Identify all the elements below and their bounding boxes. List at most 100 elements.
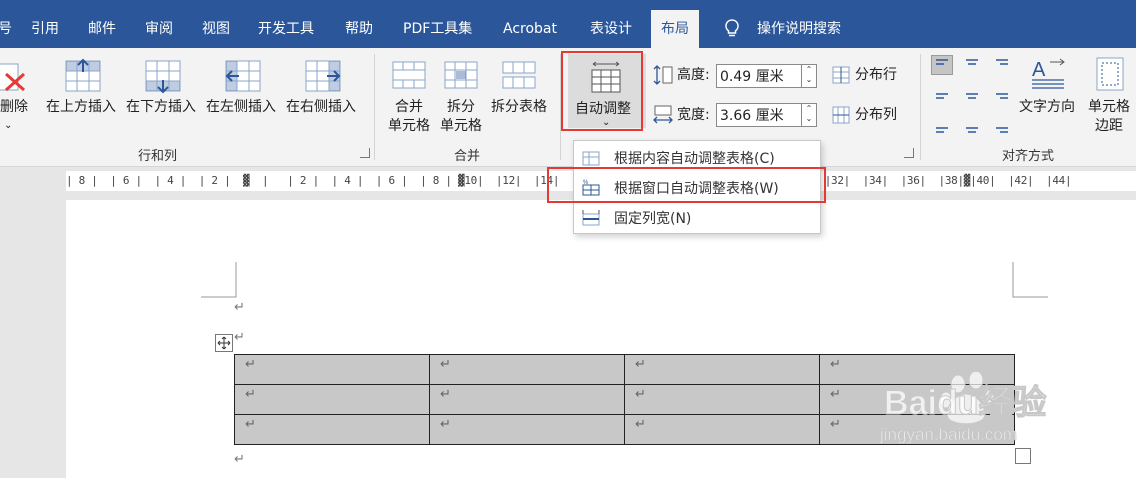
rows-columns-launcher-icon[interactable] [360, 148, 370, 158]
table-cell[interactable]: ↵ [624, 414, 820, 445]
lightbulb-icon [725, 19, 739, 37]
width-label: 宽度: [677, 107, 710, 123]
cell-paragraph-mark: ↵ [635, 357, 646, 372]
group-separator [374, 54, 375, 160]
tab-mailings[interactable]: 邮件 [88, 0, 116, 48]
split-cells-icon [444, 61, 478, 89]
align-middle-right-button[interactable] [992, 86, 1012, 104]
baidu-watermark: Baidu经验 jingyan.baidu.com [880, 372, 1047, 444]
text-direction-button[interactable]: 文字方向 [1019, 98, 1075, 117]
table-cell[interactable]: ↵ [429, 354, 625, 385]
group-label-merge: 合并 [454, 149, 481, 164]
tab-developer[interactable]: 开发工具 [258, 0, 314, 48]
insert-below-icon [145, 60, 181, 94]
table-cell[interactable]: ↵ [234, 414, 430, 445]
distribute-columns-icon [832, 106, 850, 124]
tab-table-design[interactable]: 表设计 [590, 0, 632, 48]
tab-pdf-tools[interactable]: PDF工具集 [403, 0, 472, 48]
highlight-autofit-button [561, 51, 643, 131]
table-cell[interactable]: ↵ [234, 384, 430, 415]
distribute-columns-button[interactable]: 分布列 [855, 106, 897, 125]
insert-right-icon [305, 60, 341, 92]
column-width-input[interactable]: 3.66 厘米 [716, 103, 802, 127]
align-top-center-button[interactable] [962, 56, 982, 74]
column-width-spinner[interactable]: ⌃ ⌄ [801, 103, 817, 127]
cell-margins-label-1[interactable]: 单元格 [1088, 98, 1130, 117]
insert-left-button[interactable]: 在左侧插入 [206, 98, 276, 117]
align-top-left-button[interactable] [931, 55, 953, 75]
insert-above-icon [65, 58, 101, 92]
menu-item-label: 固定列宽(N) [614, 211, 692, 227]
group-separator [920, 54, 921, 160]
align-middle-center-button[interactable] [962, 86, 982, 104]
cell-paragraph-mark: ↵ [245, 357, 256, 372]
table-cell[interactable]: ↵ [624, 354, 820, 385]
align-bottom-center-button[interactable] [962, 116, 982, 134]
menu-item-fixed-column-width[interactable]: 固定列宽(N) [574, 203, 820, 231]
cell-paragraph-mark: ↵ [245, 387, 256, 402]
text-direction-icon: A [1032, 58, 1065, 89]
margin-corner-top-right [1012, 262, 1048, 298]
cell-paragraph-mark: ↵ [245, 417, 256, 432]
paragraph-mark: ↵ [234, 330, 245, 345]
cell-size-launcher-icon[interactable] [904, 148, 914, 158]
align-middle-left-button[interactable] [932, 86, 952, 104]
row-height-spinner[interactable]: ⌃ ⌄ [801, 64, 817, 88]
cell-paragraph-mark: ↵ [440, 357, 451, 372]
paragraph-mark: ↵ [234, 300, 245, 315]
paragraph-mark: ↵ [234, 452, 245, 467]
table-cell[interactable]: ↵ [624, 384, 820, 415]
cell-margins-icon [1096, 57, 1124, 91]
distribute-rows-icon [832, 66, 850, 84]
tab-view[interactable]: 视图 [202, 0, 230, 48]
watermark-url: jingyan.baidu.com [880, 425, 1017, 444]
insert-right-button[interactable]: 在右侧插入 [286, 98, 356, 117]
insert-left-icon [225, 60, 261, 92]
align-bottom-left-button[interactable] [932, 116, 952, 134]
align-bottom-right-button[interactable] [992, 116, 1012, 134]
cell-paragraph-mark: ↵ [440, 387, 451, 402]
table-move-handle-icon[interactable] [215, 334, 233, 352]
split-cells-label-1[interactable]: 拆分 [447, 98, 475, 117]
merge-cells-icon [392, 61, 426, 89]
cell-paragraph-mark: ↵ [635, 387, 646, 402]
group-label-alignment: 对齐方式 [1002, 149, 1055, 164]
group-label-rows-columns: 行和列 [138, 149, 178, 164]
insert-below-button[interactable]: 在下方插入 [126, 98, 196, 117]
distribute-rows-button[interactable]: 分布行 [855, 66, 897, 85]
autofit-contents-icon [582, 151, 600, 166]
cell-paragraph-mark: ↵ [635, 417, 646, 432]
tab-references-partial[interactable]: 号 [0, 0, 12, 48]
delete-chevron-icon: ⌄ [4, 120, 13, 131]
cell-paragraph-mark: ↵ [440, 417, 451, 432]
svg-text:A: A [1032, 59, 1046, 81]
margin-corner-top-left [201, 262, 237, 298]
tab-acrobat[interactable]: Acrobat [503, 0, 557, 48]
tell-me-search[interactable]: 操作说明搜索 [757, 0, 841, 48]
ribbon-tab-bar: 号 引用 邮件 审阅 视图 开发工具 帮助 PDF工具集 Acrobat 表设计… [0, 0, 1136, 48]
insert-above-button[interactable]: 在上方插入 [46, 98, 116, 117]
delete-button[interactable]: 删除 [0, 98, 28, 117]
menu-item-label: 根据内容自动调整表格(C) [614, 151, 775, 167]
table-cell[interactable]: ↵ [234, 354, 430, 385]
height-label: 高度: [677, 67, 710, 83]
align-top-right-button[interactable] [992, 56, 1012, 74]
cell-margins-label-2[interactable]: 边距 [1095, 117, 1123, 136]
column-width-icon [653, 105, 673, 124]
split-table-button[interactable]: 拆分表格 [491, 98, 547, 117]
merge-cells-label-1[interactable]: 合并 [395, 98, 423, 117]
tab-layout[interactable]: 布局 [651, 10, 699, 48]
fixed-column-width-icon [582, 210, 600, 226]
cell-paragraph-mark: ↵ [830, 357, 841, 372]
highlight-autofit-window-item [547, 167, 826, 203]
tab-help[interactable]: 帮助 [345, 0, 373, 48]
split-cells-label-2[interactable]: 单元格 [440, 117, 482, 136]
row-height-icon [653, 65, 673, 85]
tab-references[interactable]: 引用 [31, 0, 59, 48]
row-height-input[interactable]: 0.49 厘米 [716, 64, 802, 88]
merge-cells-label-2[interactable]: 单元格 [388, 117, 430, 136]
table-cell[interactable]: ↵ [429, 414, 625, 445]
table-cell[interactable]: ↵ [429, 384, 625, 415]
tab-review[interactable]: 审阅 [145, 0, 173, 48]
delete-table-icon [0, 63, 25, 92]
